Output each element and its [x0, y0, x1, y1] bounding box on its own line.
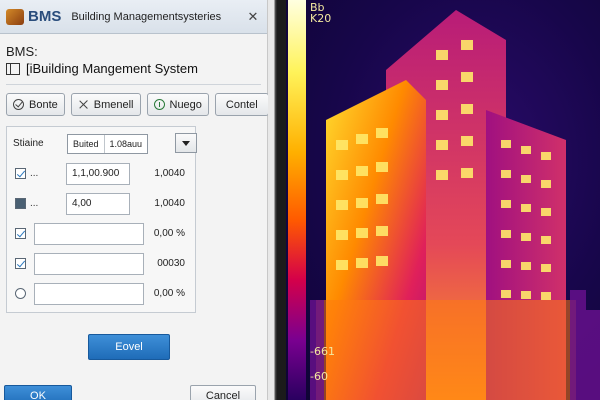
row-value: 1,0040	[154, 198, 185, 209]
close-x-icon	[78, 99, 89, 110]
row-checkbox[interactable]	[15, 228, 26, 239]
bonte-button[interactable]: Bonte	[6, 93, 65, 116]
chevron-down-icon[interactable]	[175, 133, 197, 153]
ok-button[interactable]: OK	[4, 385, 72, 400]
window-icon	[6, 62, 20, 75]
bonte-button-label: Bonte	[29, 98, 58, 111]
temperature-scale-bar	[288, 0, 306, 400]
dialog-header: BMS: [iBuilding Mangement System	[0, 34, 267, 76]
toolbar: Bonte Bmenell Nuego Contel	[0, 85, 269, 116]
system-name: [iBuilding Mangement System	[26, 61, 198, 76]
list-item: 00030	[11, 251, 191, 276]
contel-button-label: Contel	[225, 98, 258, 111]
nuego-button-label: Nuego	[169, 98, 202, 111]
row-value: 0,00 %	[153, 288, 185, 299]
row-checkbox[interactable]	[15, 198, 26, 209]
list-item: 0,00 %	[11, 221, 191, 246]
value-field[interactable]	[34, 282, 144, 305]
row-value: 1,0040	[154, 168, 185, 179]
close-icon[interactable]: ✕	[245, 9, 261, 25]
bms-dialog: BMS Building Managementsysteries ✕ BMS: …	[0, 0, 269, 400]
bmenell-button-label: Bmenell	[93, 98, 134, 111]
header-name-row: [iBuilding Mangement System	[6, 61, 261, 76]
row-value: 00030	[157, 258, 185, 269]
nuego-button[interactable]: Nuego	[146, 93, 209, 116]
value-field[interactable]	[34, 252, 144, 275]
unit-combo[interactable]: Buited 1.08auu	[67, 133, 149, 154]
scale-label: K20	[310, 12, 332, 25]
panel-header-row: Stiaine Buited 1.08auu	[11, 131, 197, 156]
scale-label: -661	[310, 345, 335, 358]
scale-label: -60	[310, 370, 328, 383]
row-checkbox[interactable]	[15, 258, 26, 269]
info-circle-icon	[153, 99, 165, 110]
cancel-button[interactable]: Cancel	[190, 385, 256, 400]
window-title: Building Managementsysteries	[71, 10, 222, 23]
row-dots: ...	[30, 168, 39, 179]
app-abbr: BMS	[28, 8, 62, 25]
pane-splitter[interactable]	[268, 0, 286, 400]
bmenell-button[interactable]: Bmenell	[70, 93, 141, 116]
thermal-building-image	[310, 10, 600, 400]
app-logo-icon	[6, 8, 24, 25]
contel-button[interactable]: Contel	[214, 93, 269, 116]
row-value: 0,00 %	[153, 228, 185, 239]
check-circle-icon	[13, 99, 24, 110]
screen: BMS Building Managementsysteries ✕ BMS: …	[0, 0, 600, 400]
value-field[interactable]: 1,1,00.900	[66, 162, 130, 185]
value-field[interactable]	[34, 222, 144, 245]
list-item: 0,00 %	[11, 281, 191, 306]
list-item: ... 4,00 1,0040	[11, 191, 191, 216]
row-dots: ...	[30, 198, 39, 209]
combo-right: 1.08auu	[109, 138, 143, 149]
scale-max-labels: Bb K20	[310, 2, 331, 24]
list-item: ... 1,1,00.900 1,0040	[11, 161, 191, 186]
header-abbr: BMS:	[6, 44, 38, 59]
value-field[interactable]: 4,00	[66, 192, 130, 215]
thermal-image-view: Bb K20 -661 -60	[286, 0, 600, 400]
row-radio[interactable]	[15, 288, 26, 299]
panel-label: Stiaine	[13, 138, 44, 149]
combo-left: Buited	[68, 134, 105, 153]
eovel-button[interactable]: Eovel	[88, 334, 170, 360]
scale-min-labels: -661 -60	[310, 344, 335, 384]
settings-panel: Stiaine Buited 1.08auu ... 1,1,00.900 1,…	[6, 126, 197, 313]
row-checkbox[interactable]	[15, 168, 26, 179]
title-bar: BMS Building Managementsysteries ✕	[0, 0, 267, 34]
